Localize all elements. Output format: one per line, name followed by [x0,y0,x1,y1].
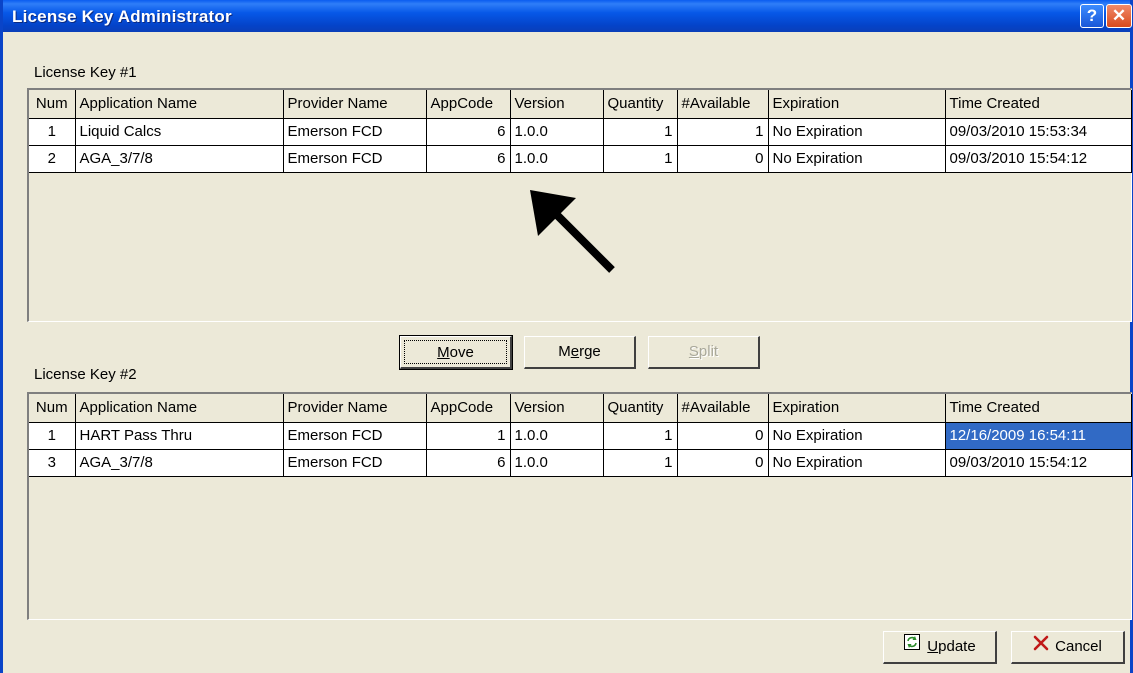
license-key-2-grid[interactable]: Num Application Name Provider Name AppCo… [27,392,1132,620]
col-header-expiration[interactable]: Expiration [768,394,946,423]
col-header-application-name[interactable]: Application Name [75,394,284,423]
refresh-icon [903,632,921,662]
arrow-icon [528,190,618,284]
col-header-quantity[interactable]: Quantity [603,90,678,119]
cell-quantity[interactable]: 1 [603,422,678,450]
cell-version[interactable]: 1.0.0 [510,422,604,450]
col-header-appcode[interactable]: AppCode [426,394,511,423]
cell-available[interactable]: 0 [677,449,769,477]
cell-time-created-selected[interactable]: 12/16/2009 16:54:11 [945,422,1132,450]
cell-provider-name[interactable]: Emerson FCD [283,422,427,450]
cell-available[interactable]: 0 [677,145,769,173]
col-header-time-created[interactable]: Time Created [945,394,1132,423]
cell-quantity[interactable]: 1 [603,118,678,146]
cell-application-name[interactable]: AGA_3/7/8 [75,145,284,173]
cell-provider-name[interactable]: Emerson FCD [283,118,427,146]
cell-available[interactable]: 0 [677,422,769,450]
grid-header-row: Num Application Name Provider Name AppCo… [29,90,1132,119]
table-row[interactable]: 3 AGA_3/7/8 Emerson FCD 6 1.0.0 1 0 No E… [29,449,1132,477]
col-header-available[interactable]: #Available [677,394,769,423]
col-header-provider-name[interactable]: Provider Name [283,90,427,119]
merge-button[interactable]: Merge [524,336,636,369]
title-bar[interactable]: License Key Administrator ? ✕ [3,0,1132,32]
col-header-expiration[interactable]: Expiration [768,90,946,119]
cell-appcode[interactable]: 6 [426,118,511,146]
license-key-1-label: License Key #1 [34,64,137,81]
cell-expiration[interactable]: No Expiration [768,118,946,146]
merge-label-pre: M [558,343,571,360]
cell-version[interactable]: 1.0.0 [510,118,604,146]
cell-num[interactable]: 1 [29,422,76,450]
col-header-num[interactable]: Num [29,90,76,119]
update-mnemonic: U [927,638,939,655]
cell-provider-name[interactable]: Emerson FCD [283,145,427,173]
split-label-rest: plit [698,343,719,360]
col-header-application-name[interactable]: Application Name [75,90,284,119]
license-key-administrator-window: License Key Administrator ? ✕ License Ke… [0,0,1133,673]
col-header-quantity[interactable]: Quantity [603,394,678,423]
move-label-rest: ove [449,344,474,361]
update-label-rest: pdate [938,638,976,655]
cell-num[interactable]: 3 [29,449,76,477]
col-header-time-created[interactable]: Time Created [945,90,1132,119]
x-icon [1033,632,1049,662]
cell-time-created[interactable]: 09/03/2010 15:53:34 [945,118,1132,146]
cell-expiration[interactable]: No Expiration [768,145,946,173]
col-header-provider-name[interactable]: Provider Name [283,394,427,423]
split-button[interactable]: Split [648,336,760,369]
cell-version[interactable]: 1.0.0 [510,145,604,173]
cell-appcode[interactable]: 1 [426,422,511,450]
window-title: License Key Administrator [12,7,232,26]
cell-expiration[interactable]: No Expiration [768,422,946,450]
table-row[interactable]: 2 AGA_3/7/8 Emerson FCD 6 1.0.0 1 0 No E… [29,145,1132,173]
col-header-appcode[interactable]: AppCode [426,90,511,119]
col-header-num[interactable]: Num [29,394,76,423]
cell-available[interactable]: 1 [677,118,769,146]
cell-expiration[interactable]: No Expiration [768,449,946,477]
cell-application-name[interactable]: AGA_3/7/8 [75,449,284,477]
cancel-button[interactable]: Cancel [1011,631,1125,664]
help-button[interactable]: ? [1080,4,1104,28]
col-header-available[interactable]: #Available [677,90,769,119]
move-button[interactable]: Move [399,335,513,370]
cell-appcode[interactable]: 6 [426,145,511,173]
cell-time-created[interactable]: 09/03/2010 15:54:12 [945,449,1132,477]
close-button[interactable]: ✕ [1106,4,1132,28]
cell-application-name[interactable]: HART Pass Thru [75,422,284,450]
license-key-2-label: License Key #2 [34,366,137,383]
col-header-version[interactable]: Version [510,394,604,423]
col-header-version[interactable]: Version [510,90,604,119]
cell-appcode[interactable]: 6 [426,449,511,477]
merge-label-rest: rge [579,343,601,360]
cell-quantity[interactable]: 1 [603,449,678,477]
cell-version[interactable]: 1.0.0 [510,449,604,477]
cell-time-created[interactable]: 09/03/2010 15:54:12 [945,145,1132,173]
cancel-label: Cancel [1055,638,1102,655]
update-button[interactable]: Update [883,631,997,664]
move-mnemonic: M [437,344,450,361]
cell-quantity[interactable]: 1 [603,145,678,173]
cell-num[interactable]: 1 [29,118,76,146]
merge-mnemonic: e [570,343,580,360]
cell-num[interactable]: 2 [29,145,76,173]
cell-provider-name[interactable]: Emerson FCD [283,449,427,477]
table-row[interactable]: 1 Liquid Calcs Emerson FCD 6 1.0.0 1 1 N… [29,118,1132,146]
grid-header-row: Num Application Name Provider Name AppCo… [29,394,1132,423]
cell-application-name[interactable]: Liquid Calcs [75,118,284,146]
split-mnemonic: S [688,343,699,360]
table-row[interactable]: 1 HART Pass Thru Emerson FCD 1 1.0.0 1 0… [29,422,1132,450]
